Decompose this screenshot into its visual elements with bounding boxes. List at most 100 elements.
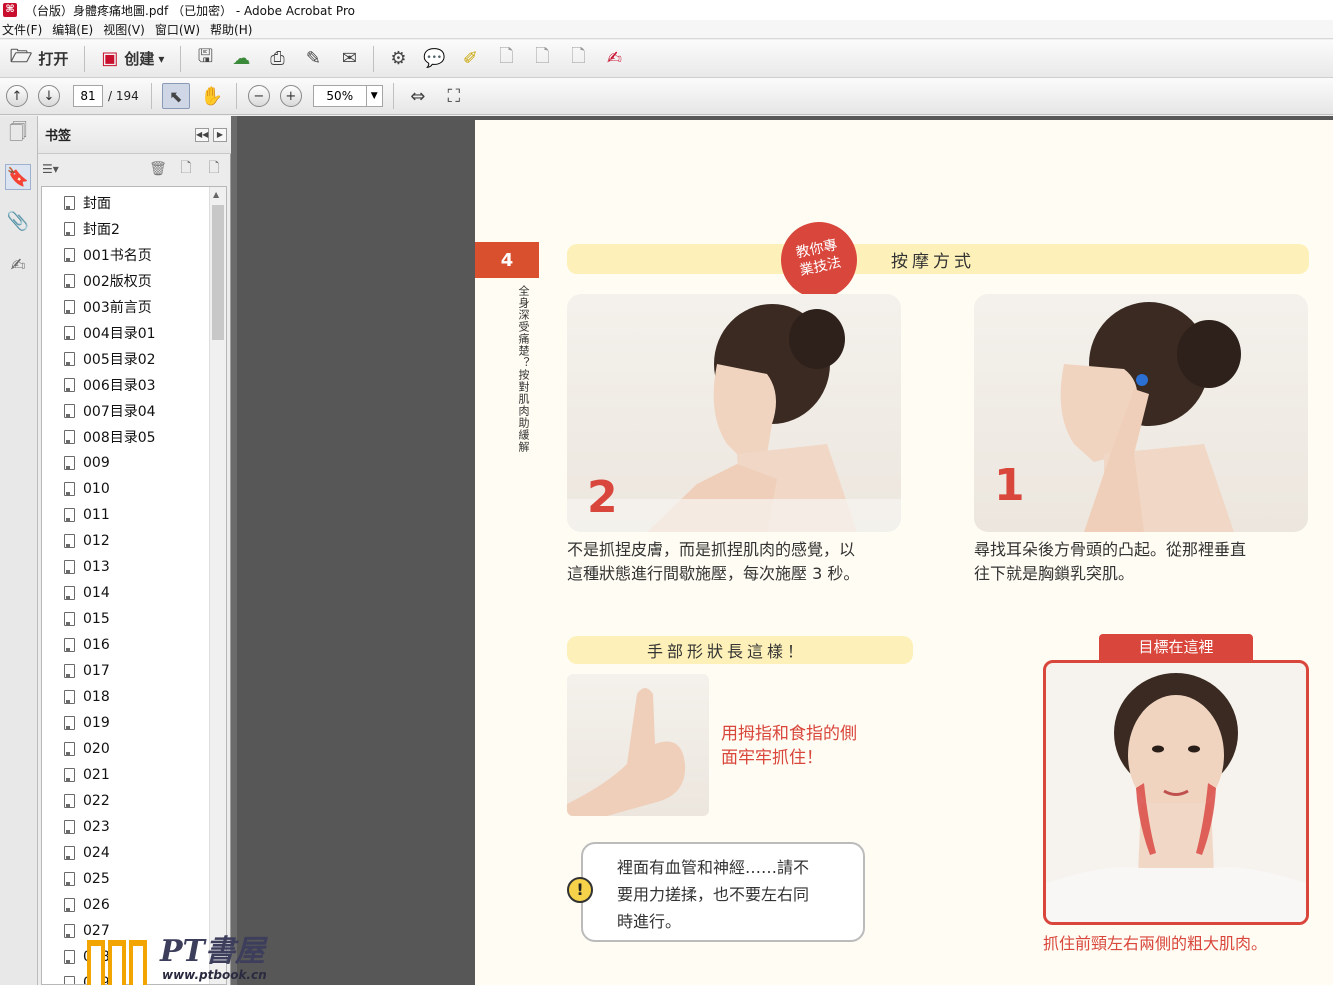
- zoom-select[interactable]: 50% ▼: [312, 85, 383, 107]
- watermark-url: www.ptbook.cn: [162, 968, 267, 982]
- bookmark-options-icon[interactable]: ☰▾: [42, 162, 147, 176]
- bookmark-item[interactable]: 封面: [64, 192, 111, 214]
- bookmark-item[interactable]: 008目录05: [64, 426, 156, 448]
- minus-icon: −: [253, 88, 265, 104]
- document-lock-icon: 🗋: [535, 45, 550, 67]
- zoom-out-button[interactable]: −: [247, 85, 270, 107]
- bookmark-item[interactable]: 026: [64, 894, 110, 916]
- menu-edit[interactable]: 编辑(E): [50, 21, 99, 38]
- bookmark-item[interactable]: 018: [64, 686, 110, 708]
- select-tool-button[interactable]: ⬉: [161, 83, 190, 109]
- bookmark-label: 021: [83, 767, 110, 783]
- bookmark-icon: [64, 248, 75, 262]
- new-bookmark-icon[interactable]: 🗋: [175, 157, 197, 181]
- previous-page-button[interactable]: ↑: [6, 85, 28, 107]
- bookmark-item[interactable]: 021: [64, 764, 110, 786]
- bookmark-panel: 书签 ◀◀ ▶ ☰▾ 🗑 🗋 🗋 封面 封面2 001书名页 002版权页 003前言页…: [38, 116, 231, 985]
- create-button[interactable]: ▣ 创建 ▾: [95, 45, 170, 73]
- bookmark-label: 024: [83, 845, 110, 861]
- next-page-button[interactable]: ↓: [38, 85, 60, 107]
- bookmark-icon: [64, 794, 75, 808]
- comment-icon: 💬: [423, 48, 446, 69]
- bookmark-item[interactable]: 012: [64, 530, 110, 552]
- bookmark-icon: [64, 898, 75, 912]
- bookmark-properties-icon[interactable]: 🗋: [203, 157, 225, 181]
- menu-help[interactable]: 帮助(H): [208, 21, 258, 38]
- bookmark-label: 008目录05: [83, 430, 156, 446]
- highlight-button[interactable]: ✐: [456, 45, 484, 73]
- bookmark-item[interactable]: 001书名页: [64, 244, 152, 266]
- open-button[interactable]: 🗁 打开: [4, 45, 74, 73]
- target-caption: 抓住前頸左右兩側的粗大肌肉。: [1043, 934, 1268, 953]
- bookmark-item[interactable]: 010: [64, 478, 110, 500]
- bookmark-item[interactable]: 016: [64, 634, 110, 656]
- bookmark-item[interactable]: 004目录01: [64, 322, 156, 344]
- chapter-title-vertical: 全身深受痛楚？按對肌肉助緩解: [517, 285, 530, 453]
- step-2-caption-line-2: 這種狀態進行間歇施壓，每次施壓 3 秒。: [567, 564, 860, 583]
- bookmark-item[interactable]: 006目录03: [64, 374, 156, 396]
- sign-button[interactable]: ✍: [600, 45, 628, 73]
- doc-tool-3-button[interactable]: 🗋: [564, 45, 592, 73]
- bookmark-item[interactable]: 011: [64, 504, 110, 526]
- trash-icon[interactable]: 🗑: [147, 161, 169, 177]
- bookmark-icon: [64, 716, 75, 730]
- bookmark-item[interactable]: 015: [64, 608, 110, 630]
- collapse-panel-icon[interactable]: ◀◀: [195, 127, 209, 142]
- bookmark-item[interactable]: 025: [64, 868, 110, 890]
- document-export-icon: 🗋: [571, 45, 586, 67]
- page-number-input[interactable]: 81: [73, 85, 103, 107]
- bookmark-item[interactable]: 023: [64, 816, 110, 838]
- bookmark-label: 013: [83, 559, 110, 575]
- menu-file[interactable]: 文件(F): [0, 21, 48, 38]
- bookmark-item[interactable]: 022: [64, 790, 110, 812]
- menu-view[interactable]: 视图(V): [101, 21, 151, 38]
- scroll-up-icon[interactable]: ▲: [213, 190, 219, 199]
- bookmark-item[interactable]: 020: [64, 738, 110, 760]
- bookmark-item[interactable]: 014: [64, 582, 110, 604]
- right-eye-shape: [1188, 745, 1200, 753]
- doc-tool-1-button[interactable]: 🗋: [492, 45, 520, 73]
- doc-tool-2-button[interactable]: 🗋: [528, 45, 556, 73]
- zoom-in-button[interactable]: +: [279, 85, 302, 107]
- bookmark-item[interactable]: 013: [64, 556, 110, 578]
- step-1-caption-line-2: 往下就是胸鎖乳突肌。: [974, 564, 1135, 583]
- bookmark-item[interactable]: 017: [64, 660, 110, 682]
- scroll-thumb[interactable]: [212, 205, 224, 340]
- save-button[interactable]: 🖫: [191, 45, 219, 73]
- fit-width-button[interactable]: ⇔: [404, 82, 432, 110]
- fit-page-button[interactable]: ⛶: [440, 82, 468, 110]
- hand-tool-button[interactable]: ✋: [198, 82, 226, 110]
- attachment-icon[interactable]: 📎: [5, 208, 31, 234]
- settings-button[interactable]: ⚙: [384, 45, 412, 73]
- step-1-number: 1: [994, 460, 1025, 511]
- bookmark-icon: [64, 430, 75, 444]
- upload-button[interactable]: ☁: [227, 45, 255, 73]
- comment-button[interactable]: 💬: [420, 45, 448, 73]
- panel-forward-icon[interactable]: ▶: [213, 127, 227, 142]
- email-button[interactable]: ✉: [335, 45, 363, 73]
- page-thumbnails-icon[interactable]: 🗍: [5, 122, 31, 148]
- chevron-down-icon[interactable]: ▼: [365, 86, 382, 106]
- bookmark-item[interactable]: 019: [64, 712, 110, 734]
- menu-window[interactable]: 窗口(W): [153, 21, 206, 38]
- warning-line-1: 裡面有血管和神經……請不: [617, 858, 810, 877]
- bookmark-icon[interactable]: 🔖: [5, 164, 31, 190]
- document-delete-icon: 🗋: [499, 45, 514, 67]
- bookmark-label: 019: [83, 715, 110, 731]
- hand-instruction-line-1: 用拇指和食指的側: [721, 724, 857, 744]
- bookmark-item[interactable]: 005目录02: [64, 348, 156, 370]
- bookmark-item[interactable]: 002版权页: [64, 270, 152, 292]
- bookmark-item[interactable]: 封面2: [64, 218, 120, 240]
- bookmark-item[interactable]: 024: [64, 842, 110, 864]
- print-button[interactable]: ⎙: [263, 45, 291, 73]
- main-toolbar: 🗁 打开 ▣ 创建 ▾ 🖫 ☁ ⎙ ✎ ✉ ⚙ 💬 ✐ 🗋 🗋 🗋 ✍: [0, 40, 1333, 78]
- bookmark-scrollbar[interactable]: ▲: [209, 187, 226, 984]
- signature-icon[interactable]: ✍: [5, 252, 31, 278]
- bookmark-item[interactable]: 003前言页: [64, 296, 152, 318]
- bookmark-item[interactable]: 009: [64, 452, 110, 474]
- watermark: PT書屋 www.ptbook.cn: [82, 920, 292, 985]
- panel-splitter[interactable]: [231, 116, 237, 985]
- edit-button[interactable]: ✎: [299, 45, 327, 73]
- bookmark-item[interactable]: 007目录04: [64, 400, 156, 422]
- bookmark-icon: [64, 560, 75, 574]
